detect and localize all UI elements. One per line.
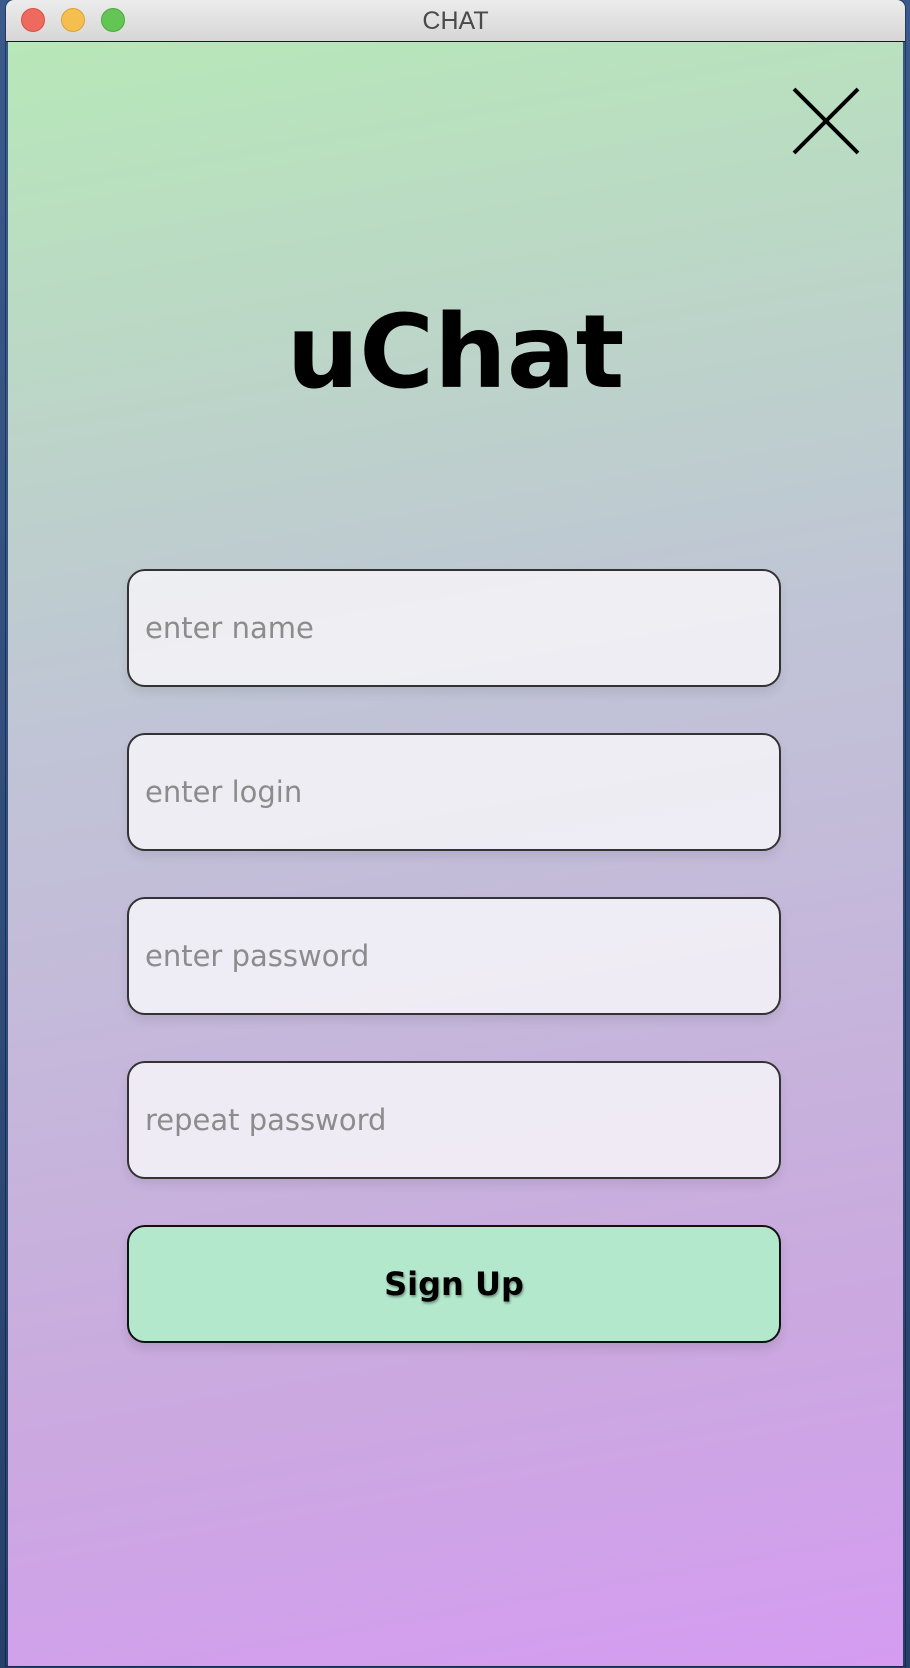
signup-screen: uChat Sign Up	[8, 42, 903, 1666]
repeat-password-input[interactable]	[127, 1061, 781, 1179]
window-titlebar[interactable]: CHAT	[6, 0, 905, 42]
login-input[interactable]	[127, 733, 781, 851]
app-title: uChat	[286, 293, 625, 412]
app-window: CHAT uChat Sign Up	[6, 0, 905, 1666]
close-icon[interactable]	[790, 85, 862, 157]
name-input[interactable]	[127, 569, 781, 687]
desktop-background: CHAT uChat Sign Up	[0, 0, 910, 1668]
signup-button[interactable]: Sign Up	[127, 1225, 781, 1343]
password-input[interactable]	[127, 897, 781, 1015]
window-title: CHAT	[422, 7, 489, 35]
